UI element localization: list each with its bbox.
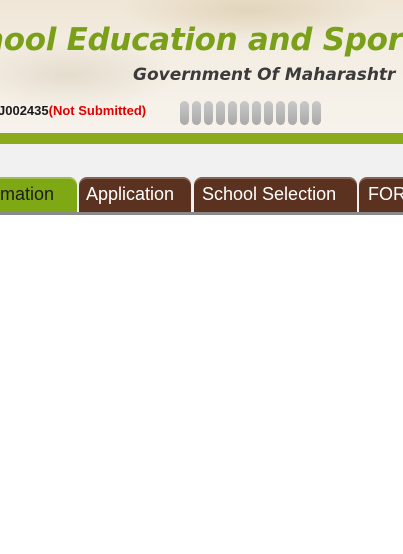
application-id: J002435 <box>0 103 49 118</box>
progress-segment <box>228 101 237 125</box>
progress-segment <box>252 101 261 125</box>
progress-segment <box>276 101 285 125</box>
progress-segment <box>240 101 249 125</box>
tab-information[interactable]: mation <box>0 177 77 212</box>
progress-segment <box>216 101 225 125</box>
application-status: (Not Submitted) <box>48 103 147 118</box>
site-subtitle: Government Of Maharashtr <box>133 65 396 85</box>
progress-segment <box>288 101 297 125</box>
progress-indicator <box>180 101 321 125</box>
tab-bar: mation Application School Selection FOR <box>0 177 403 212</box>
tab-application[interactable]: Application <box>79 177 191 212</box>
progress-segment <box>192 101 201 125</box>
progress-segment <box>204 101 213 125</box>
progress-segment <box>180 101 189 125</box>
tab-school-selection[interactable]: School Selection <box>194 177 357 212</box>
site-title: hool Education and Sport <box>0 22 403 58</box>
tab-form[interactable]: FOR <box>359 177 403 212</box>
progress-segment <box>300 101 309 125</box>
progress-segment <box>264 101 273 125</box>
main-content <box>0 215 403 554</box>
page: hool Education and Sport Government Of M… <box>0 0 403 554</box>
header-divider <box>0 133 403 144</box>
header-banner: hool Education and Sport Government Of M… <box>0 0 403 133</box>
progress-segment <box>312 101 321 125</box>
application-info: J002435(Not Submitted) <box>0 103 146 118</box>
